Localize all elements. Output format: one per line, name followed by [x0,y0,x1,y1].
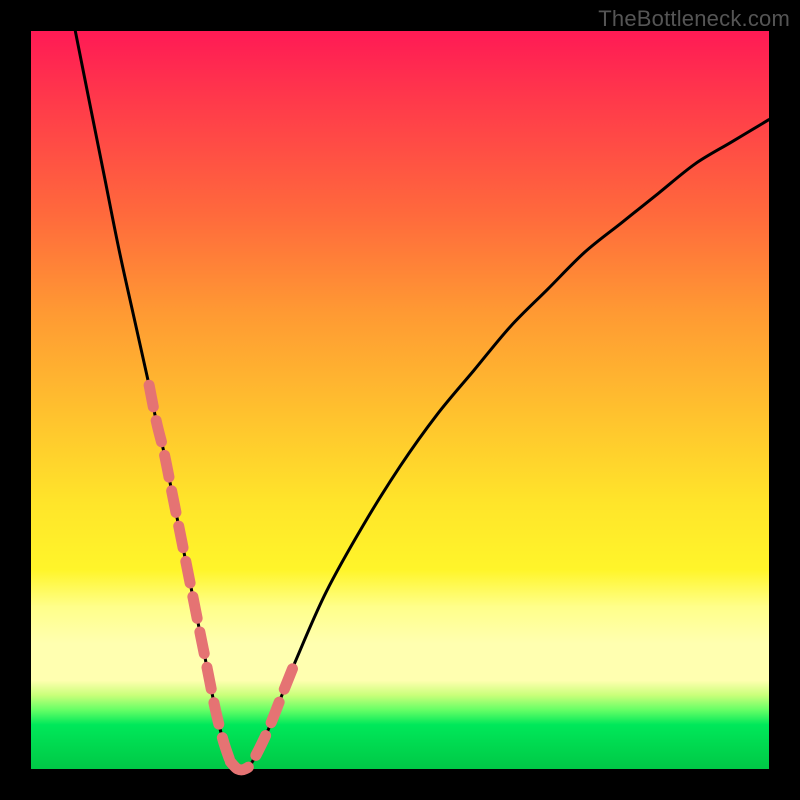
chart-frame: TheBottleneck.com [0,0,800,800]
highlight-dash-right [230,658,296,770]
plot-area [31,31,769,769]
bottleneck-curve [75,31,769,770]
curve-layer [31,31,769,769]
highlight-dash-left [149,385,230,761]
watermark-text: TheBottleneck.com [598,6,790,32]
